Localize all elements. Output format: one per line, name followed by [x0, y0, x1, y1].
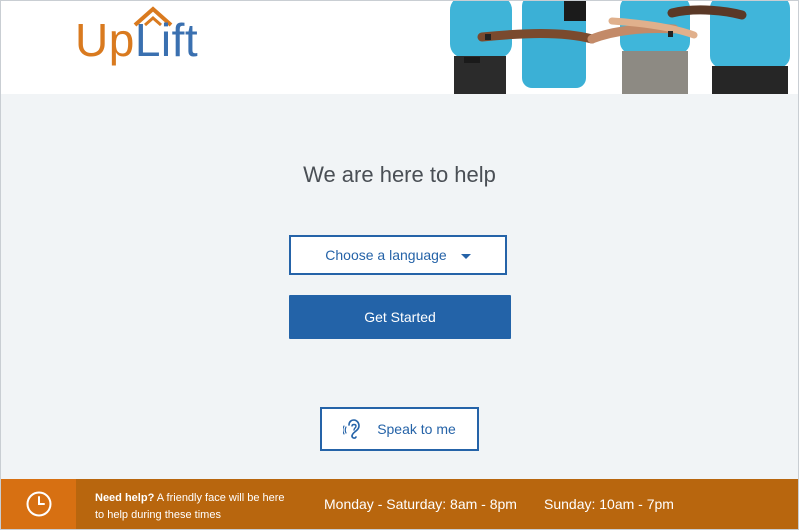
get-started-button[interactable]: Get Started	[289, 295, 511, 339]
help-label: Need help?	[95, 492, 155, 504]
language-select[interactable]: Choose a language	[289, 235, 507, 275]
main-content: We are here to help Choose a language Ge…	[1, 94, 798, 479]
caret-down-icon	[460, 253, 471, 259]
logo-up: Up	[75, 14, 135, 66]
hero-image	[442, 1, 798, 94]
logo-wordmark: UpLift	[75, 17, 198, 63]
language-select-label: Choose a language	[325, 247, 447, 263]
people-illustration	[450, 1, 790, 94]
weekday-hours: Monday - Saturday: 8am - 8pm	[324, 496, 517, 512]
header: UpLift	[1, 1, 798, 94]
footer-bar: Need help? A friendly face will be here …	[1, 479, 798, 529]
ear-icon	[343, 419, 360, 439]
page-title: We are here to help	[303, 162, 496, 187]
speak-to-me-button[interactable]: Speak to me	[320, 407, 479, 451]
help-text: Need help? A friendly face will be here …	[95, 490, 295, 524]
sunday-hours: Sunday: 10am - 7pm	[544, 496, 674, 512]
speak-to-me-label: Speak to me	[377, 421, 456, 437]
logo-lift: Lift	[134, 14, 199, 66]
clock-icon	[26, 491, 51, 517]
app-window: UpLift We are here to help Choose a lang…	[0, 0, 799, 530]
uplift-logo[interactable]: UpLift	[75, 6, 235, 79]
clock-icon-box	[1, 479, 76, 529]
